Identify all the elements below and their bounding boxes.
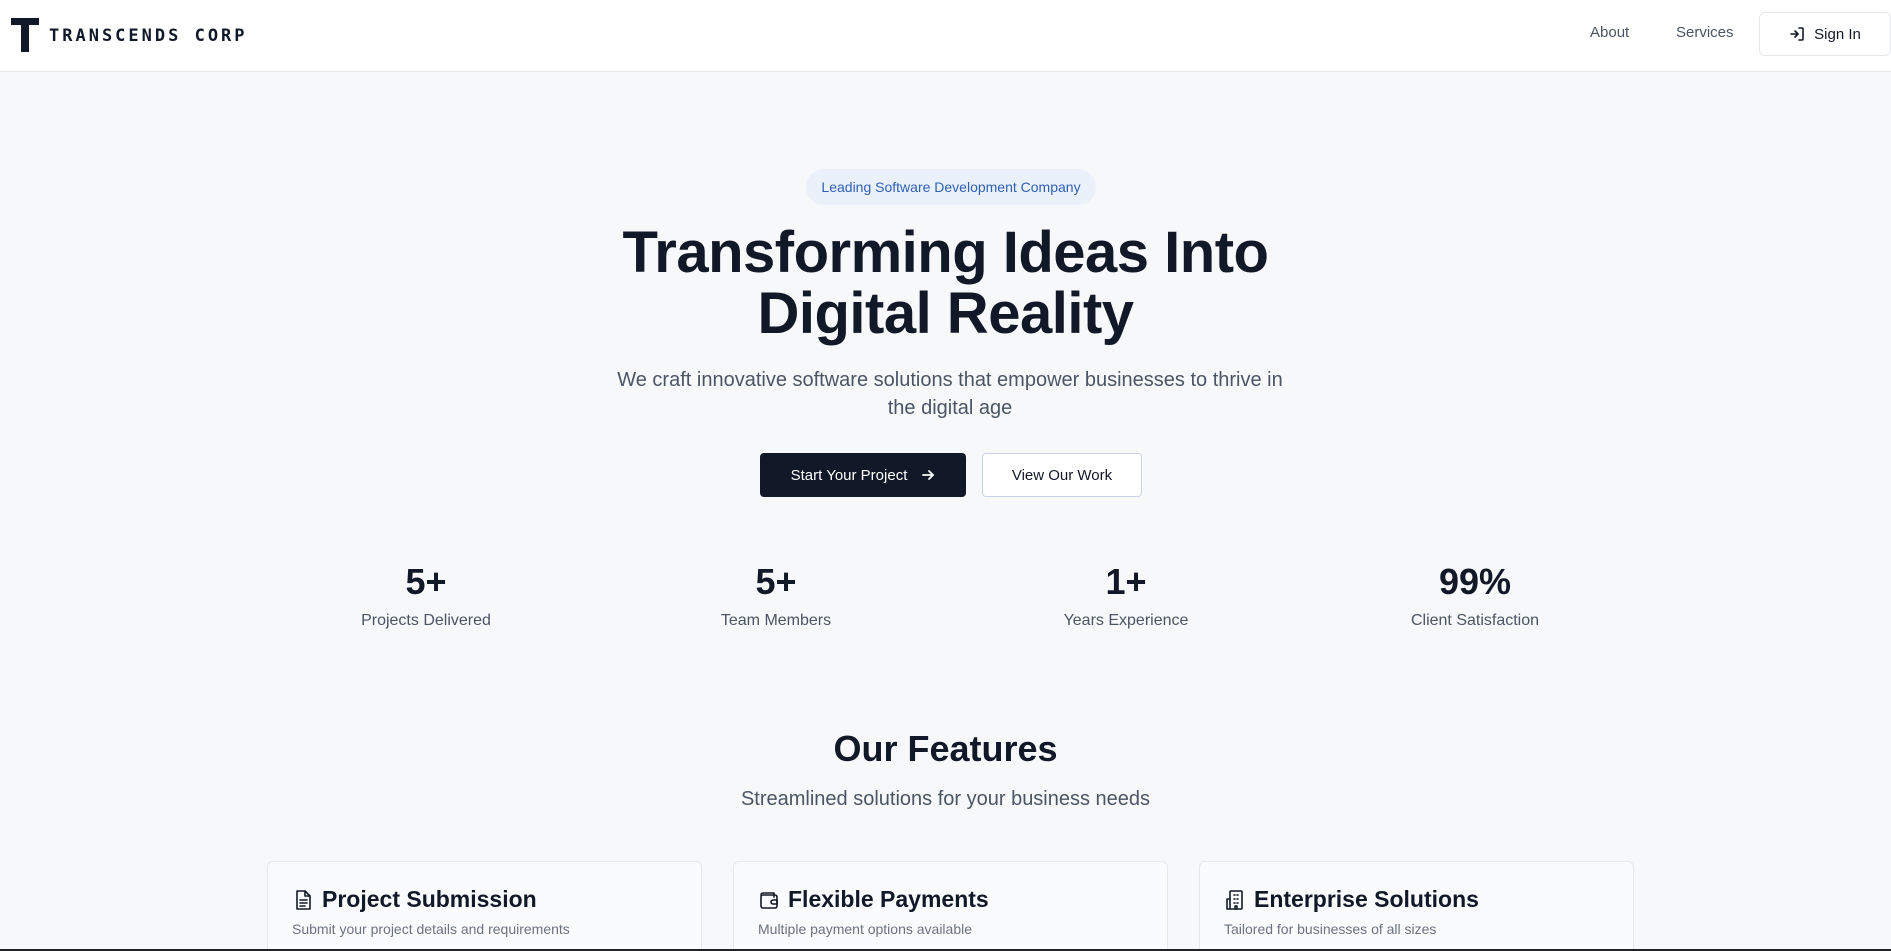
hero-subtitle: We craft innovative software solutions t… [600, 366, 1300, 422]
document-icon [296, 889, 311, 910]
stat-label: Team Members [720, 612, 832, 629]
nav-about-link[interactable]: About [1590, 24, 1629, 41]
sign-in-label: Sign In [1814, 25, 1861, 43]
brand-logo[interactable]: TRANSCENDS CORP [11, 18, 248, 52]
feature-card-enterprise-solutions[interactable]: Enterprise Solutions Tailored for busine… [1199, 861, 1634, 951]
stat-label: Projects Delivered [361, 612, 491, 629]
stat-label: Client Satisfaction [1410, 612, 1540, 629]
hero-subtitle-line-2: the digital age [887, 397, 1013, 419]
feature-card-desc: Tailored for businesses of all sizes [1224, 921, 1437, 937]
stat-satisfaction: 99% Client Satisfaction [1345, 558, 1605, 630]
hero-title: Transforming Ideas Into Digital Reality [0, 222, 1891, 344]
stat-value: 5+ [755, 561, 797, 602]
stat-value: 99% [1438, 561, 1512, 602]
feature-card-title: Flexible Payments [788, 886, 989, 912]
start-project-button[interactable]: Start Your Project [760, 453, 966, 497]
stat-team: 5+ Team Members [646, 558, 906, 630]
hero-badge: Leading Software Development Company [806, 169, 1096, 205]
building-icon [1226, 889, 1243, 910]
nav-services-link[interactable]: Services [1676, 24, 1734, 41]
feature-card-desc: Multiple payment options available [758, 921, 973, 937]
stat-value: 1+ [1105, 561, 1147, 602]
hero-subtitle-line-1: We craft innovative software solutions t… [617, 369, 1283, 391]
view-work-button[interactable]: View Our Work [982, 453, 1142, 497]
stat-projects: 5+ Projects Delivered [296, 558, 556, 630]
login-icon [1790, 27, 1804, 41]
feature-card-flexible-payments[interactable]: Flexible Payments Multiple payment optio… [733, 861, 1168, 951]
feature-card-project-submission[interactable]: Project Submission Submit your project d… [267, 861, 702, 951]
sign-in-button[interactable]: Sign In [1759, 12, 1891, 56]
hero-title-line-1: Transforming Ideas Into [622, 220, 1269, 285]
wallet-icon [760, 891, 778, 909]
start-project-label: Start Your Project [790, 466, 908, 484]
stat-experience: 1+ Years Experience [996, 558, 1256, 630]
features-title: Our Features [833, 728, 1058, 769]
site-header: TRANSCENDS CORP About Services Sign In [0, 0, 1891, 72]
feature-card-title: Project Submission [322, 886, 537, 912]
features-subtitle: Streamlined solutions for your business … [740, 788, 1151, 810]
stat-value: 5+ [405, 561, 447, 602]
feature-card-title: Enterprise Solutions [1254, 886, 1479, 912]
stat-label: Years Experience [1063, 612, 1189, 629]
arrow-right-icon [922, 470, 935, 480]
hero-title-line-2: Digital Reality [757, 281, 1134, 346]
feature-card-desc: Submit your project details and requirem… [292, 921, 570, 937]
t-logo-icon [11, 18, 39, 52]
brand-name: TRANSCENDS CORP [49, 26, 248, 46]
